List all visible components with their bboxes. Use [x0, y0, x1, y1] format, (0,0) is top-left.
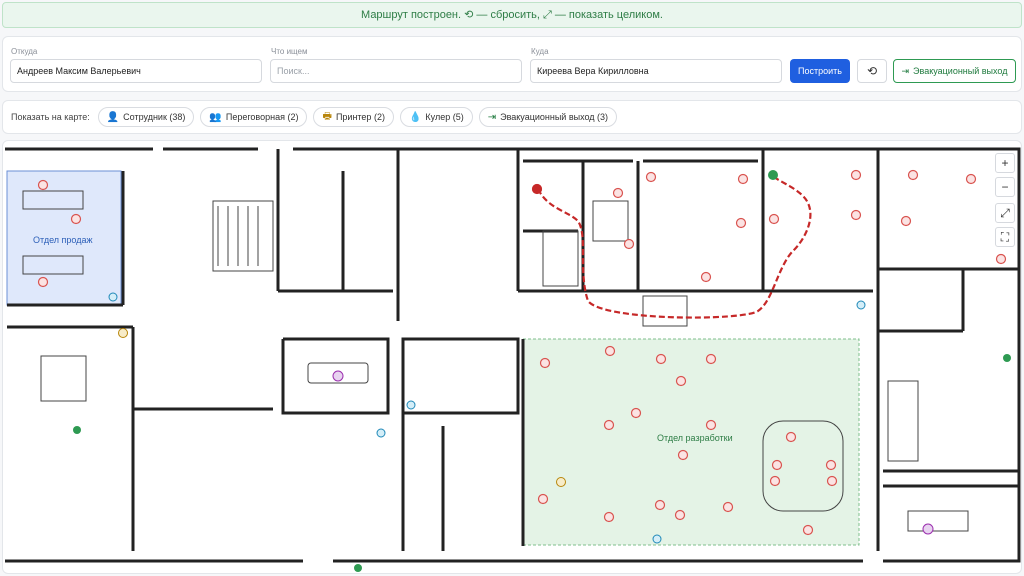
filter-chip-label: Кулер (5): [425, 112, 464, 122]
route-status-text: Маршрут построен. ⟲ — сбросить, ⤢ — пока…: [361, 9, 663, 21]
filter-chip-employee[interactable]: 👤 Сотрудник (38): [97, 107, 195, 127]
evacuation-exit-label: Эвакуационный выход: [913, 66, 1008, 76]
route-status-banner: Маршрут построен. ⟲ — сбросить, ⤢ — пока…: [2, 2, 1022, 28]
zone-label-sales: Отдел продаж: [33, 235, 93, 245]
cooler-icon: 💧: [408, 111, 422, 123]
route-end-marker[interactable]: [768, 170, 778, 180]
filter-chip-cooler[interactable]: 💧 Кулер (5): [399, 107, 473, 127]
search-input[interactable]: [270, 59, 522, 83]
reset-icon: ⟲: [866, 64, 878, 78]
filters-label: Показать на карте:: [11, 112, 90, 122]
map-filters-bar: Показать на карте: 👤 Сотрудник (38) 👥 Пе…: [2, 100, 1022, 134]
evacuation-exit-button[interactable]: ⇥ Эвакуационный выход: [893, 59, 1016, 83]
filter-chip-label: Эвакуационный выход (3): [500, 112, 609, 122]
filter-chip-label: Переговорная (2): [225, 112, 299, 122]
from-input[interactable]: [10, 59, 262, 83]
to-label: Куда: [531, 47, 549, 56]
fit-route-button[interactable]: ⤢: [995, 203, 1015, 223]
floor-plan-map[interactable]: Отдел продаж Отдел разработки + − ⤢ ⛶: [2, 140, 1022, 574]
route-form-panel: Откуда Что ищем Куда Построить ⟲ ⇥ Эваку…: [2, 36, 1022, 92]
meeting-room-icon: 👥: [209, 111, 222, 123]
filter-chip-label: Сотрудник (38): [123, 112, 186, 122]
filter-chip-label: Принтер (2): [335, 112, 385, 122]
walls: [5, 147, 1021, 563]
floor-plan-svg: [5, 147, 1021, 572]
meeting-room-marker[interactable]: [922, 523, 934, 535]
to-input[interactable]: [530, 59, 782, 83]
meeting-room-marker[interactable]: [332, 370, 344, 382]
filter-chip-printer[interactable]: 🖶 Принтер (2): [313, 107, 394, 127]
person-icon: 👤: [106, 111, 120, 123]
plus-icon: +: [1001, 156, 1009, 170]
zoom-in-button[interactable]: +: [995, 153, 1015, 173]
minus-icon: −: [1001, 180, 1009, 194]
route-start-marker[interactable]: [532, 184, 542, 194]
printer-marker[interactable]: [556, 477, 566, 487]
fullscreen-icon: ⛶: [1000, 229, 1010, 244]
reset-button[interactable]: ⟲: [857, 59, 887, 83]
fullscreen-button[interactable]: ⛶: [995, 227, 1015, 247]
expand-icon: ⤢: [1000, 205, 1010, 220]
exit-icon: ⇥: [487, 111, 497, 123]
printer-marker[interactable]: [118, 328, 128, 338]
zoom-out-button[interactable]: −: [995, 177, 1015, 197]
exit-icon: ⇥: [901, 65, 910, 76]
build-route-button[interactable]: Построить: [790, 59, 850, 83]
filter-chip-meeting-room[interactable]: 👥 Переговорная (2): [200, 107, 308, 127]
from-label: Откуда: [11, 47, 38, 56]
zone-label-dev: Отдел разработки: [657, 433, 733, 443]
printer-icon: 🖶: [322, 110, 332, 122]
filter-chip-exit[interactable]: ⇥ Эвакуационный выход (3): [478, 107, 618, 127]
what-label: Что ищем: [271, 47, 308, 56]
